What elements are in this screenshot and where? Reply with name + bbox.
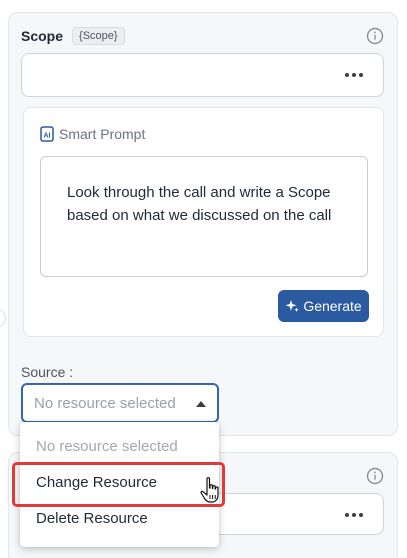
smart-prompt-box: AI Smart Prompt Look through the call an… <box>23 107 384 337</box>
smart-prompt-label: Smart Prompt <box>59 126 146 142</box>
source-label: Source : <box>21 364 74 380</box>
ai-document-icon: AI <box>40 126 54 142</box>
scope-header: Scope {Scope} <box>21 27 125 45</box>
more-dots-icon[interactable] <box>345 513 363 517</box>
source-dropdown-menu: No resource selected Change Resource Del… <box>20 422 219 547</box>
scope-variable-chip: {Scope} <box>72 27 125 45</box>
source-select[interactable]: No resource selected <box>21 383 219 423</box>
generate-label: Generate <box>303 298 362 314</box>
scope-card: Scope {Scope} AI Smart Prompt Look throu… <box>8 12 398 436</box>
source-selected-value: No resource selected <box>34 394 176 412</box>
edge-handle <box>0 308 6 328</box>
hand-pointer-icon <box>200 477 219 503</box>
smart-prompt-header: AI Smart Prompt <box>40 126 145 142</box>
scope-panel: Scope {Scope} AI Smart Prompt Look throu… <box>0 0 407 558</box>
scope-title: Scope <box>21 28 64 44</box>
svg-text:AI: AI <box>44 133 51 140</box>
caret-up-icon <box>196 401 206 407</box>
menu-item-no-resource: No resource selected <box>36 437 178 455</box>
info-icon[interactable] <box>366 467 384 485</box>
sparkle-icon <box>285 300 300 313</box>
info-icon[interactable] <box>366 27 384 45</box>
generate-button[interactable]: Generate <box>278 290 369 322</box>
menu-item-delete-resource[interactable]: Delete Resource <box>20 500 219 536</box>
menu-item-change-resource[interactable]: Change Resource <box>20 464 219 500</box>
smart-prompt-textarea[interactable]: Look through the call and write a Scope … <box>40 156 368 277</box>
more-dots-icon[interactable] <box>345 73 363 77</box>
scope-input[interactable] <box>21 53 384 97</box>
